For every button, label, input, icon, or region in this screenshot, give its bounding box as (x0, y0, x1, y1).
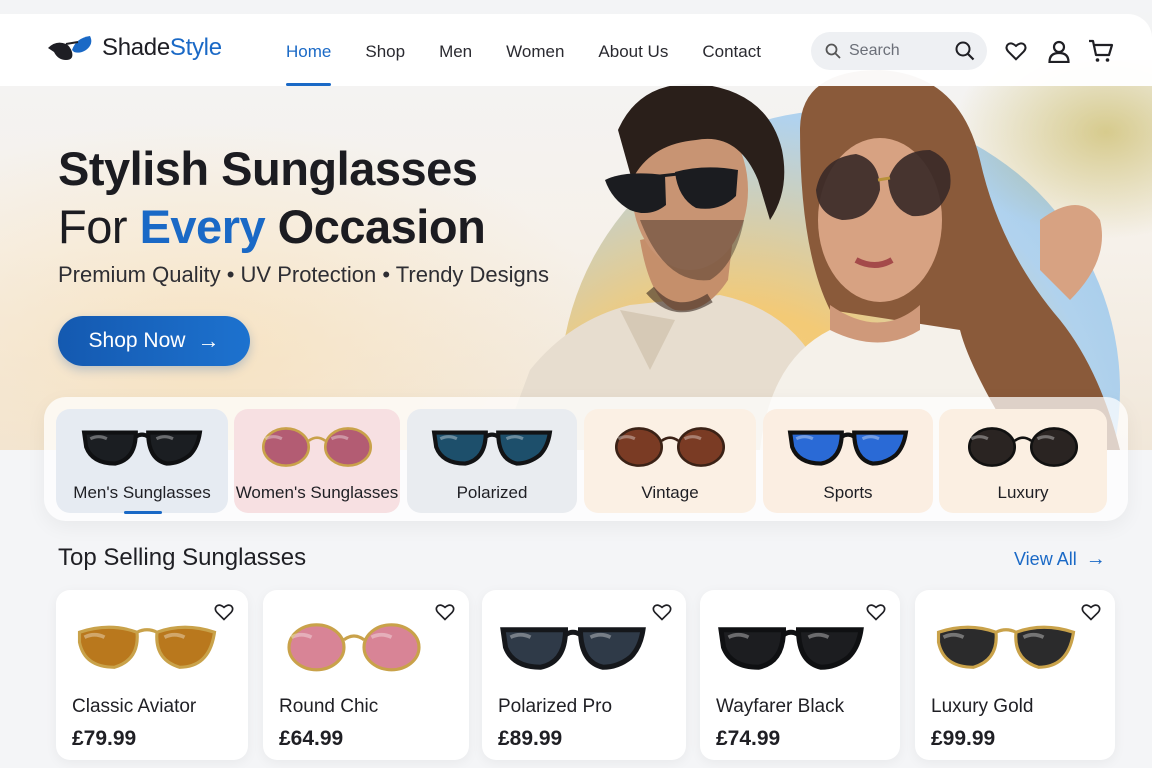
product-price: £74.99 (716, 727, 781, 750)
nav-links: Home Shop Men Women About Us Contact (286, 14, 795, 86)
arrow-right-icon: → (197, 328, 220, 353)
view-all-label: View All (1014, 549, 1077, 569)
product-name: Round Chic (279, 696, 379, 717)
nav-women[interactable]: Women (506, 14, 564, 86)
sunglasses-icon (967, 427, 1079, 467)
product-card[interactable]: Polarized Pro £89.99 (482, 590, 686, 760)
product-card[interactable]: Classic Aviator £79.99 (56, 590, 248, 760)
product-card[interactable]: Luxury Gold £99.99 (915, 590, 1115, 760)
sunglasses-icon (81, 430, 203, 466)
view-all-link[interactable]: View All → (1014, 548, 1106, 571)
product-image (716, 612, 866, 685)
category-card[interactable]: Men's Sunglasses (56, 409, 228, 513)
search-input[interactable] (849, 42, 949, 60)
hero-title: Stylish Sunglasses For Every Occasion (58, 140, 486, 256)
product-image (279, 612, 429, 685)
product-price: £99.99 (931, 727, 996, 750)
sunglasses-icon (936, 625, 1076, 669)
nav-contact[interactable]: Contact (702, 14, 761, 86)
category-label: Sports (823, 483, 873, 502)
arrow-right-icon: → (1085, 548, 1106, 570)
brand-name: ShadeStyle (102, 34, 222, 61)
nav-shop[interactable]: Shop (365, 14, 405, 86)
nav-about-us[interactable]: About Us (598, 14, 668, 86)
category-label: Polarized (456, 483, 528, 502)
product-price: £89.99 (498, 727, 563, 750)
category-card[interactable]: Sports (763, 409, 933, 513)
product-name: Polarized Pro (498, 696, 613, 717)
wishlist-heart-icon[interactable] (435, 602, 455, 622)
account-icon[interactable] (1047, 39, 1071, 63)
sunglasses-icon (500, 627, 646, 670)
category-card[interactable]: Polarized (407, 409, 577, 513)
product-name: Classic Aviator (72, 696, 197, 717)
wishlist-heart-icon[interactable] (866, 602, 886, 622)
category-card[interactable]: Vintage (584, 409, 756, 513)
hero-models-image (500, 70, 1120, 450)
category-label: Vintage (641, 483, 699, 502)
wishlist-heart-icon[interactable] (1081, 602, 1101, 622)
search-submit-icon[interactable] (955, 41, 975, 61)
product-image (931, 612, 1081, 685)
heart-icon[interactable] (1005, 40, 1027, 62)
nav-men[interactable]: Men (439, 14, 472, 86)
sunglasses-icon (261, 427, 373, 467)
nav-home[interactable]: Home (286, 14, 332, 86)
hero-title-line2: For Every Occasion (58, 200, 486, 253)
top-navbar: ShadeStyle Home Shop Men Women About Us … (0, 14, 1152, 86)
wishlist-heart-icon[interactable] (652, 602, 672, 622)
product-card[interactable]: Round Chic £64.99 (263, 590, 469, 760)
sunglasses-icon (718, 627, 864, 670)
product-price: £64.99 (279, 727, 344, 750)
sunglasses-icon (787, 430, 909, 466)
product-name: Wayfarer Black (716, 696, 845, 717)
search-box (811, 32, 987, 70)
sunglasses-icon (77, 625, 217, 669)
sunglasses-icon (431, 430, 553, 466)
shop-now-label: Shop Now (88, 329, 186, 352)
category-label: Women's Sunglasses (235, 483, 399, 502)
category-card[interactable]: Luxury (939, 409, 1107, 513)
section-title: Top Selling Sunglasses (58, 544, 307, 571)
active-category-indicator (124, 511, 162, 514)
cart-icon[interactable] (1088, 39, 1114, 63)
product-image (498, 612, 648, 685)
product-image (72, 612, 222, 685)
sunglasses-logo-icon (48, 36, 92, 60)
shop-now-button[interactable]: Shop Now → (58, 316, 250, 366)
product-price: £79.99 (72, 727, 137, 750)
hero-title-line1: Stylish Sunglasses (58, 142, 478, 195)
product-card[interactable]: Wayfarer Black £74.99 (700, 590, 900, 760)
hero-subtitle: Premium Quality • UV Protection • Trendy… (58, 262, 550, 287)
search-icon (825, 43, 841, 59)
sunglasses-icon (614, 427, 726, 467)
brand-logo[interactable]: ShadeStyle (46, 32, 222, 64)
sunglasses-icon (287, 623, 421, 672)
category-label: Luxury (997, 483, 1049, 502)
product-name: Luxury Gold (931, 696, 1034, 717)
category-card[interactable]: Women's Sunglasses (234, 409, 400, 513)
category-label: Men's Sunglasses (73, 483, 211, 502)
